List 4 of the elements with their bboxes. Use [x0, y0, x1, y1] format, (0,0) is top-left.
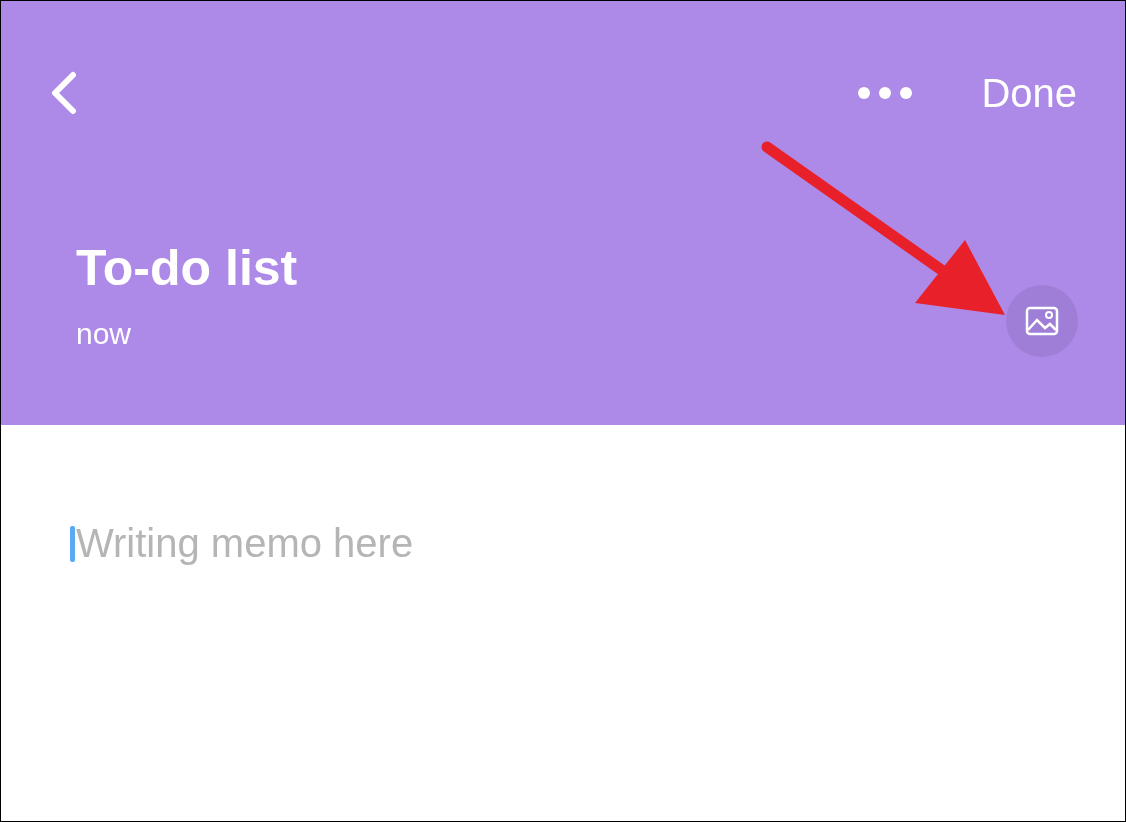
- image-icon: [1025, 306, 1059, 336]
- note-title: To-do list: [76, 243, 298, 293]
- done-button[interactable]: Done: [981, 70, 1077, 116]
- timestamp: now: [76, 319, 133, 349]
